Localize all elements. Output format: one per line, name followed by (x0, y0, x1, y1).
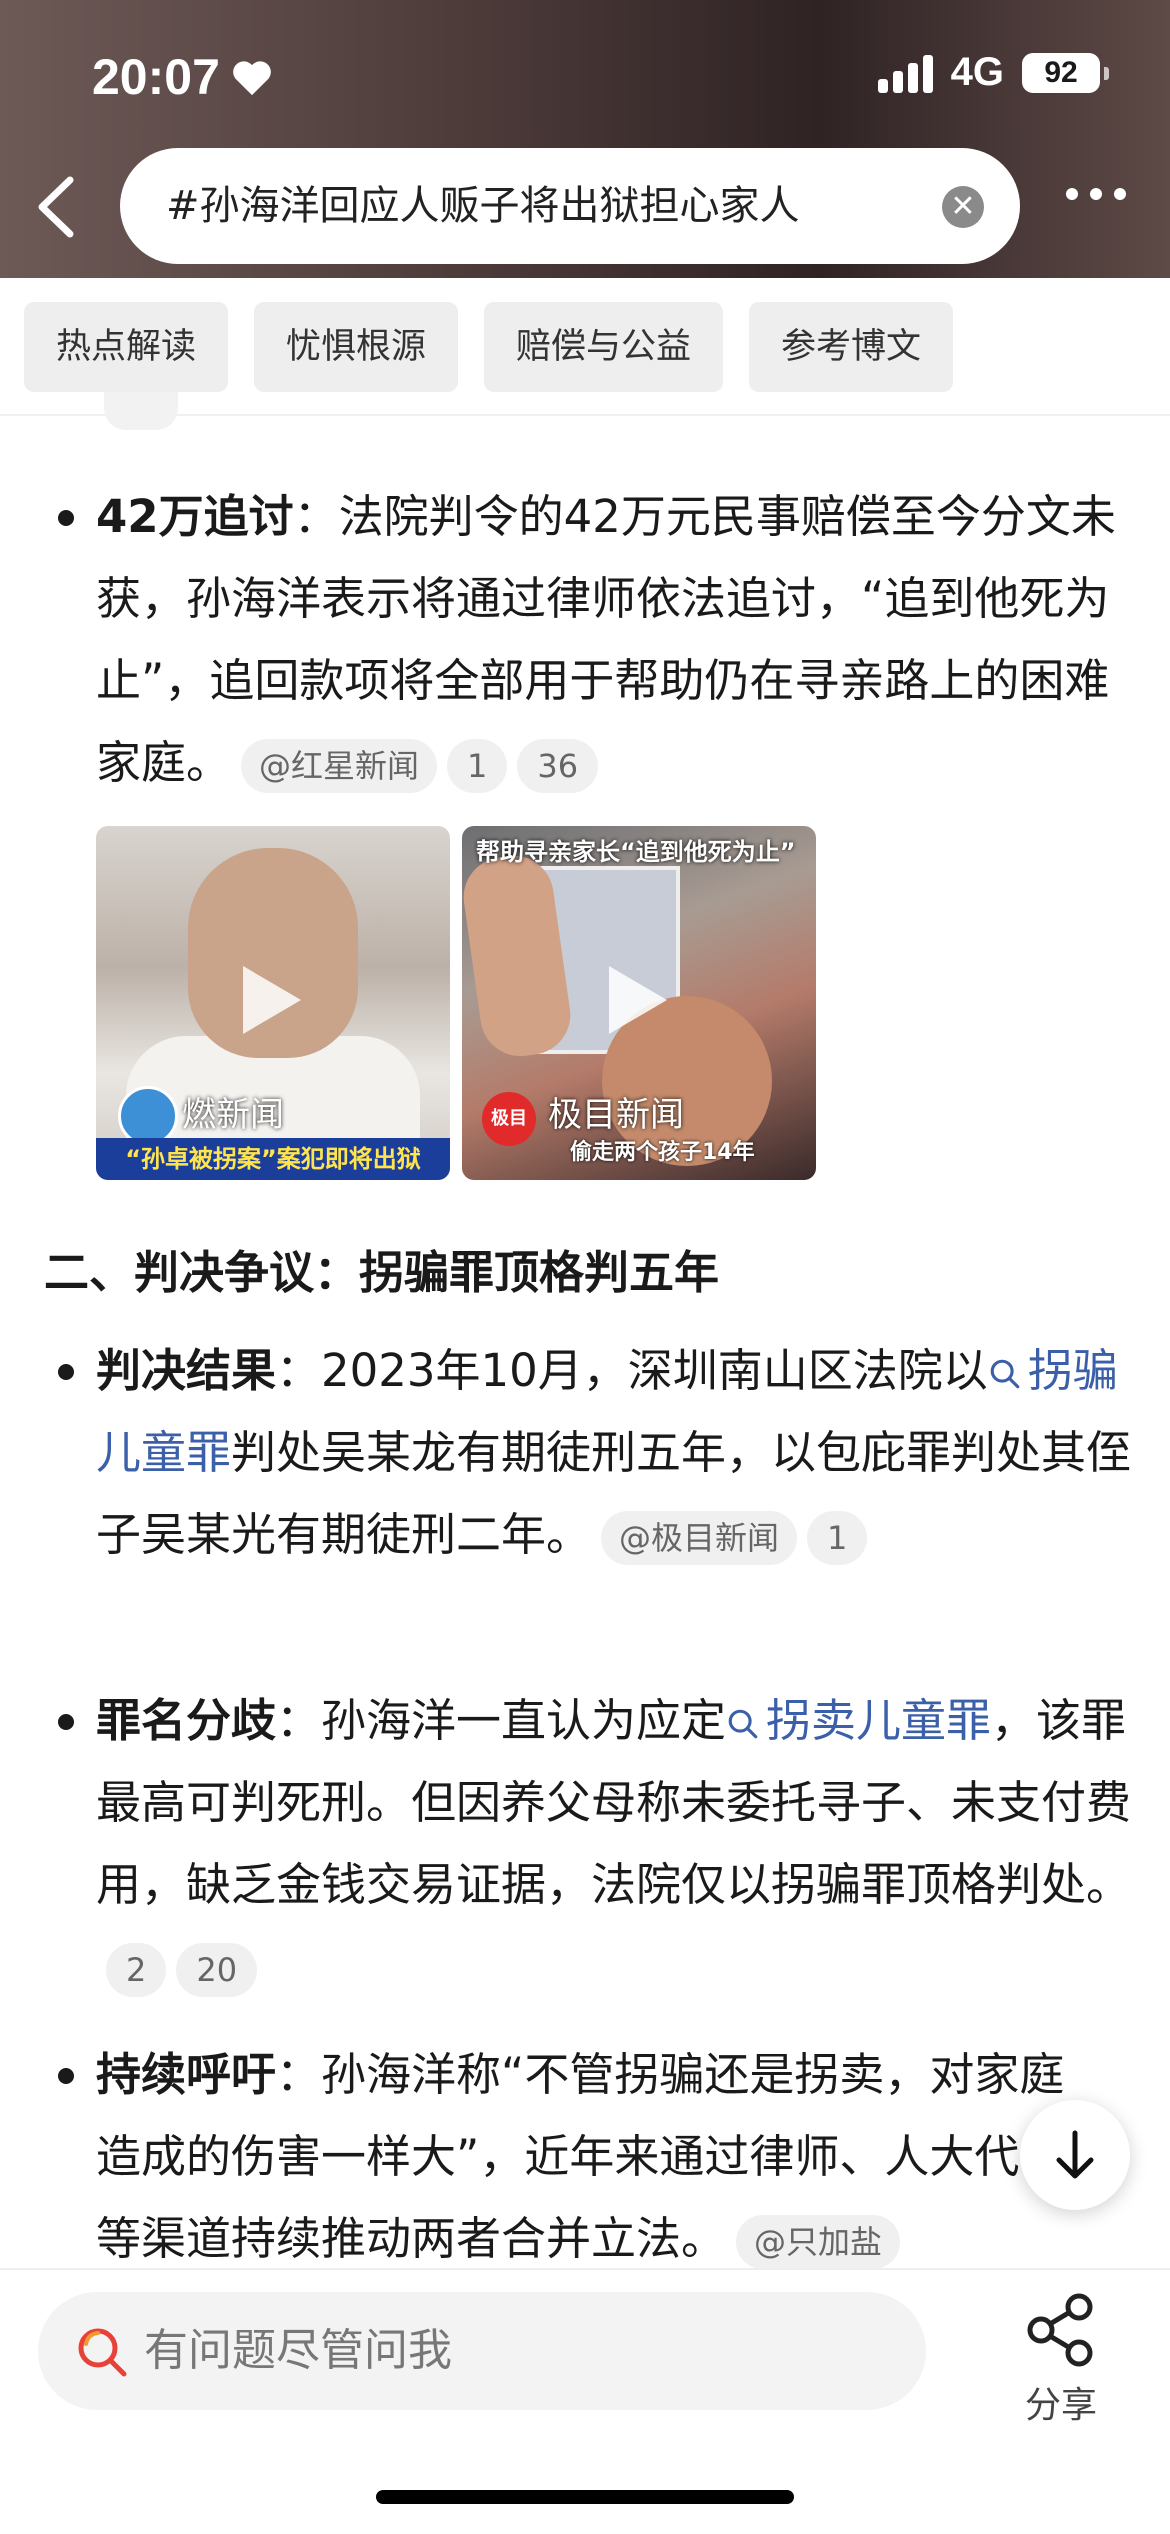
search-link[interactable]: 拐卖儿童罪 (726, 1694, 991, 1747)
source-chip[interactable]: @红星新闻 (241, 739, 438, 793)
clock: 20:07 (92, 49, 220, 105)
play-icon (243, 966, 301, 1034)
ask-placeholder: 有问题尽管问我 (144, 2325, 452, 2376)
clear-search-button[interactable]: ✕ (942, 186, 984, 228)
heart-icon (233, 61, 271, 96)
signal-icon (877, 53, 933, 93)
bullet-title: 判决结果 (96, 1344, 277, 1397)
ai-search-icon (78, 2328, 127, 2377)
search-query[interactable]: #孙海洋回应人贩子将出狱担心家人 (166, 148, 946, 264)
cut-off-chip (104, 392, 178, 430)
news-logo-icon (118, 1086, 178, 1146)
bullet-text: 42万追讨：法院判令的42万元民事赔偿至今分文未获，孙海洋表示将通过律师依法追讨… (96, 476, 1136, 804)
share-icon (1027, 2293, 1093, 2367)
tab-worry-source[interactable]: 忧惧根源 (254, 302, 459, 392)
tab-hot-interpretation[interactable]: 热点解读 (24, 302, 229, 392)
topic-tabs: 热点解读 忧惧根源 赔偿与公益 参考博文 (24, 302, 954, 392)
ref-chip[interactable]: 36 (517, 739, 599, 793)
bullet-dot (58, 1714, 74, 1730)
video-caption: 偷走两个孩子14年 (570, 1140, 755, 1165)
video-caption: “孙卓被拐案”案犯即将出狱 (96, 1138, 450, 1180)
share-label: 分享 (1024, 2385, 1097, 2426)
more-options-button[interactable] (1066, 188, 1126, 200)
ref-chip[interactable]: 20 (176, 1943, 258, 1997)
video-thumbnail[interactable]: 燃新闻 “孙卓被拐案”案犯即将出狱 (96, 826, 450, 1180)
tab-reference-posts[interactable]: 参考博文 (749, 302, 954, 392)
video-headline: 帮助寻亲家长“追到他死为止” (476, 838, 796, 866)
bullet-text: 罪名分歧：孙海洋一直认为应定 拐卖儿童罪，该罪最高可判死刑。但因养父母称未委托寻子… (96, 1680, 1136, 2008)
bullet-title: 42万追讨 (96, 490, 294, 543)
section-heading: 二、判决争议：拐骗罪顶格判五年 (44, 1246, 720, 1299)
search-bar[interactable]: #孙海洋回应人贩子将出狱担心家人 ✕ (120, 148, 1020, 264)
ref-chip[interactable]: 1 (807, 1511, 868, 1565)
video-source: 燃新闻 (182, 1095, 284, 1135)
bullet-body: ：2023年10月，深圳南山区法院以 (276, 1344, 988, 1397)
bullet-dot (58, 1364, 74, 1380)
scroll-down-button[interactable] (1020, 2100, 1130, 2210)
share-button[interactable]: 分享 (1006, 2292, 1116, 2428)
ask-input[interactable]: 有问题尽管问我 (38, 2292, 926, 2410)
status-icons: 4G 92 (877, 50, 1109, 95)
link-label: 拐卖儿童罪 (766, 1694, 992, 1747)
bullet-title: 罪名分歧 (96, 1694, 277, 1747)
search-icon (728, 1709, 758, 1739)
ref-chip[interactable]: 1 (447, 739, 508, 793)
back-button[interactable] (28, 172, 88, 242)
battery-icon: 92 (1022, 52, 1109, 93)
tab-compensation[interactable]: 赔偿与公益 (484, 302, 724, 392)
status-time: 20:07 (92, 48, 274, 106)
bullet-dot (58, 2068, 74, 2084)
ref-chip[interactable]: 2 (106, 1943, 167, 1997)
video-source: 极目新闻 (548, 1095, 684, 1135)
bullet-text: 判决结果：2023年10月，深圳南山区法院以 拐骗儿童罪判处吴某龙有期徒刑五年，以… (96, 1330, 1136, 1576)
news-logo-icon: 极目 (482, 1092, 536, 1146)
chevron-left-icon (38, 176, 74, 238)
source-chip[interactable]: @只加盐 (736, 2215, 901, 2269)
bullet-title: 持续呼吁 (96, 2048, 277, 2101)
bullet-dot (58, 510, 74, 526)
search-icon (990, 1359, 1020, 1389)
home-indicator[interactable] (376, 2490, 794, 2504)
bullet-body: ：孙海洋一直认为应定 (276, 1694, 727, 1747)
battery-level: 92 (1044, 55, 1078, 89)
source-chip[interactable]: @极目新闻 (601, 1511, 798, 1565)
bullet-text: 持续呼吁：孙海洋称“不管拐骗还是拐卖，对家庭造成的伤害一样大”，近年来通过律师、… (96, 2034, 1096, 2280)
network-type: 4G (950, 50, 1004, 94)
header: 20:07 4G 92 #孙海洋回应人贩子将出狱担心家人 ✕ (0, 0, 1170, 278)
video-thumbnail[interactable]: 帮助寻亲家长“追到他死为止” 极目 极目新闻 偷走两个孩子14年 (462, 826, 816, 1180)
play-icon (609, 966, 667, 1034)
arrow-down-icon (1056, 2130, 1094, 2179)
